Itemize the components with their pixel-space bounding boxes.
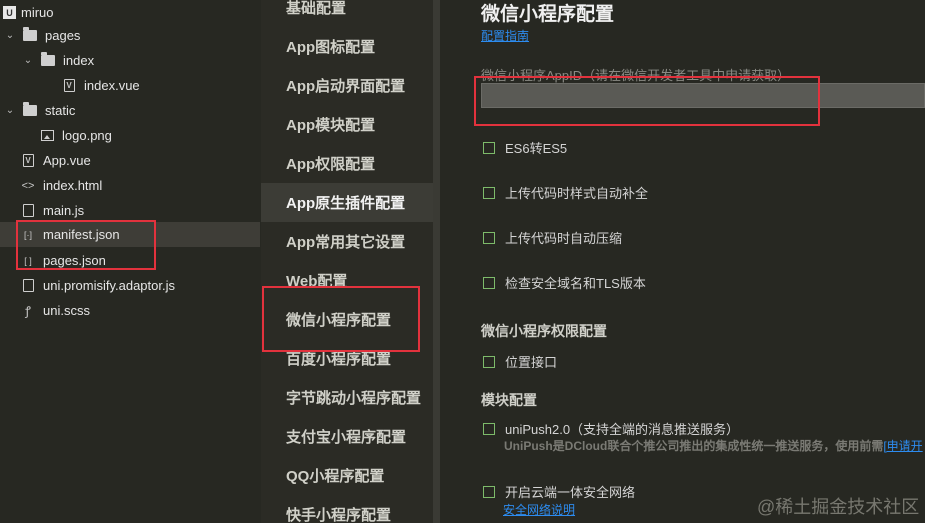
- checkbox[interactable]: [483, 231, 495, 244]
- vue-file-icon: V: [20, 154, 36, 168]
- tree-item-index-folder[interactable]: ⌄ index: [0, 48, 260, 73]
- page-title: 微信小程序配置: [481, 4, 615, 25]
- option-secure-network[interactable]: 开启云端一体安全网络: [483, 482, 635, 501]
- tree-item-label: uni.promisify.adaptor.js: [43, 278, 175, 293]
- option-url-check[interactable]: 检查安全域名和TLS版本: [483, 273, 646, 292]
- folder-icon: [22, 27, 38, 43]
- option-label: uniPush2.0（支持全端的消息推送服务）: [505, 422, 740, 437]
- folder-icon: [22, 102, 38, 118]
- nav-item-toutiao[interactable]: 字节跳动小程序配置: [261, 378, 433, 417]
- checkbox[interactable]: [483, 141, 495, 154]
- tree-item-static-folder[interactable]: ⌄ static: [0, 98, 260, 123]
- scss-file-icon: ꝭ: [25, 304, 31, 318]
- js-file-icon: [20, 279, 36, 293]
- nav-item-app-other[interactable]: App常用其它设置: [261, 222, 433, 261]
- tree-item-uni-promisify[interactable]: uni.promisify.adaptor.js: [0, 273, 260, 298]
- config-guide-link[interactable]: 配置指南: [481, 27, 529, 44]
- checkbox[interactable]: [483, 422, 495, 435]
- option-label: 位置接口: [505, 355, 558, 370]
- secure-network-link[interactable]: 安全网络说明: [503, 501, 575, 518]
- checkbox[interactable]: [483, 276, 495, 289]
- unipush-apply-link[interactable]: [申请开: [883, 439, 922, 453]
- vue-file-icon: V: [61, 79, 77, 93]
- chevron-down-icon[interactable]: ⌄: [22, 55, 34, 66]
- checkbox[interactable]: [483, 355, 495, 368]
- checkbox[interactable]: [483, 485, 495, 498]
- tree-item-pages-folder[interactable]: ⌄ pages: [0, 23, 260, 48]
- tree-item-app-vue[interactable]: V App.vue: [0, 148, 260, 173]
- nav-item-weixin[interactable]: 微信小程序配置: [261, 300, 433, 339]
- tree-item-label: index.vue: [84, 78, 140, 93]
- nav-scrollbar[interactable]: [433, 0, 440, 523]
- tree-item-pages-json[interactable]: [ ] pages.json: [0, 248, 260, 273]
- nav-item-kuaishou[interactable]: 快手小程序配置: [261, 495, 433, 523]
- tree-item-label: manifest.json: [43, 227, 120, 242]
- nav-item-qq[interactable]: QQ小程序配置: [261, 456, 433, 495]
- option-postcss[interactable]: 上传代码时样式自动补全: [483, 183, 648, 202]
- option-label: 检查安全域名和TLS版本: [505, 276, 646, 291]
- option-es6-to-es5[interactable]: ES6转ES5: [483, 138, 567, 157]
- tree-item-uni-scss[interactable]: ꝭ uni.scss: [0, 298, 260, 323]
- html-file-icon: <>: [21, 179, 35, 192]
- tree-item-manifest-json[interactable]: [·] manifest.json: [0, 222, 260, 247]
- chevron-down-icon[interactable]: ⌄: [4, 105, 16, 116]
- file-tree: U miruo ⌄ pages ⌄ index V index.vue ⌄ st…: [0, 0, 260, 523]
- appid-label: 微信小程序AppID（请在微信开发者工具中申请获取）: [481, 68, 791, 83]
- nav-item-alipay[interactable]: 支付宝小程序配置: [261, 417, 433, 456]
- tree-item-label: main.js: [43, 203, 85, 218]
- tree-item-label: static: [45, 103, 76, 118]
- unipush-description: UniPush是DCloud联合个推公司推出的集成性统一推送服务，使用前需[申请…: [504, 437, 923, 454]
- tree-item-label: miruo: [21, 5, 54, 20]
- permission-section-title: 微信小程序权限配置: [481, 323, 607, 339]
- nav-item-baidu[interactable]: 百度小程序配置: [261, 339, 433, 378]
- tree-item-label: App.vue: [43, 153, 91, 168]
- tree-item-project-root[interactable]: U miruo: [0, 0, 260, 25]
- json-file-icon: [·]: [24, 229, 32, 240]
- checkbox[interactable]: [483, 186, 495, 199]
- chevron-down-icon[interactable]: ⌄: [4, 30, 16, 41]
- appid-input[interactable]: [481, 83, 925, 108]
- tree-item-label: uni.scss: [43, 303, 90, 318]
- app-logo-icon: U: [3, 6, 16, 19]
- option-label: 开启云端一体安全网络: [505, 485, 636, 500]
- tree-item-label: index.html: [43, 178, 103, 193]
- watermark: @稀土掘金技术社区: [757, 497, 920, 517]
- tree-item-label: pages: [45, 28, 81, 43]
- nav-item-app-splash[interactable]: App启动界面配置: [261, 66, 433, 105]
- option-label: 上传代码时样式自动补全: [505, 186, 649, 201]
- tree-item-label: pages.json: [43, 253, 106, 268]
- nav-item-basic[interactable]: 基础配置: [261, 0, 433, 27]
- option-label: ES6转ES5: [505, 141, 568, 156]
- config-nav: 基础配置 App图标配置 App启动界面配置 App模块配置 App权限配置 A…: [261, 0, 433, 523]
- weixin-config-panel: 微信小程序配置 配置指南 微信小程序AppID（请在微信开发者工具中申请获取） …: [440, 0, 925, 523]
- option-minify[interactable]: 上传代码时自动压缩: [483, 228, 622, 247]
- module-section-title: 模块配置: [481, 392, 537, 408]
- folder-icon: [40, 52, 56, 68]
- nav-item-app-icon[interactable]: App图标配置: [261, 27, 433, 66]
- nav-item-app-native-plugins[interactable]: App原生插件配置: [261, 183, 433, 222]
- image-file-icon: [39, 129, 55, 143]
- option-location-permission[interactable]: 位置接口: [483, 352, 557, 371]
- option-label: 上传代码时自动压缩: [505, 231, 623, 246]
- option-unipush[interactable]: uniPush2.0（支持全端的消息推送服务）: [483, 419, 739, 438]
- nav-item-web[interactable]: Web配置: [261, 261, 433, 300]
- unipush-desc-text: UniPush是DCloud联合个推公司推出的集成性统一推送服务，使用前需: [504, 439, 884, 453]
- nav-item-app-modules[interactable]: App模块配置: [261, 105, 433, 144]
- json-file-icon: [ ]: [24, 255, 32, 266]
- tree-item-label: logo.png: [62, 128, 112, 143]
- tree-item-index-html[interactable]: <> index.html: [0, 173, 260, 198]
- tree-item-label: index: [63, 53, 95, 68]
- tree-item-logo-png[interactable]: logo.png: [0, 123, 260, 148]
- tree-item-main-js[interactable]: main.js: [0, 198, 260, 223]
- tree-item-index-vue[interactable]: V index.vue: [0, 73, 260, 98]
- nav-item-app-permissions[interactable]: App权限配置: [261, 144, 433, 183]
- js-file-icon: [20, 204, 36, 218]
